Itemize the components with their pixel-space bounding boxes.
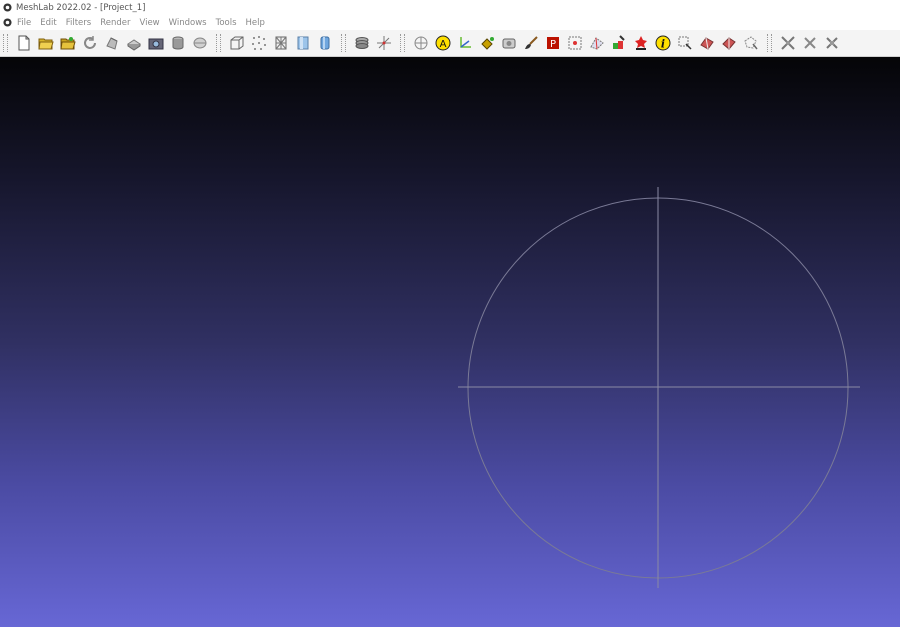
paint-bucket-button[interactable] — [477, 33, 498, 54]
close-mesh-icon — [193, 37, 207, 49]
render-toolbar — [224, 30, 338, 56]
filter-toolbar — [775, 30, 845, 56]
geometry-paint-button[interactable] — [631, 33, 652, 54]
connected-select-icon — [678, 36, 692, 50]
manipulator-button[interactable] — [719, 33, 740, 54]
wireframe-icon — [275, 36, 287, 50]
edit-toolbar: A P i — [408, 30, 764, 56]
toolbar-grip[interactable] — [767, 34, 772, 52]
color-paint-icon — [613, 35, 625, 49]
close-mesh-button[interactable] — [190, 33, 211, 54]
trackball-button[interactable] — [411, 33, 432, 54]
decoration-axes-button[interactable] — [374, 33, 395, 54]
smooth-shading-button[interactable] — [315, 33, 336, 54]
annotate-button[interactable]: A — [433, 33, 454, 54]
save-layers-icon — [172, 36, 184, 50]
connected-select-button[interactable] — [675, 33, 696, 54]
svg-text:i: i — [661, 38, 665, 51]
3d-viewport[interactable] — [0, 57, 900, 627]
main-toolbar: A P i — [0, 30, 900, 57]
svg-text:P: P — [550, 39, 556, 50]
menu-edit[interactable]: Edit — [40, 18, 56, 28]
menu-windows[interactable]: Windows — [169, 18, 207, 28]
toolbar-grip[interactable] — [400, 34, 405, 52]
points-icon — [252, 36, 266, 50]
open-mesh-button[interactable] — [58, 33, 79, 54]
select-region-button[interactable] — [741, 33, 762, 54]
camera-icon — [502, 38, 516, 49]
meshlab-logo-icon — [3, 3, 12, 12]
window-title: MeshLab 2022.02 - [Project_1] — [16, 2, 146, 13]
info-icon: i — [655, 35, 671, 51]
import-mesh-icon — [127, 39, 141, 51]
wireframe-button[interactable] — [271, 33, 292, 54]
measure-button[interactable] — [455, 33, 476, 54]
file-toolbar — [11, 30, 213, 56]
reload-all-button[interactable] — [102, 33, 123, 54]
geometry-paint-icon — [635, 36, 647, 50]
flat-shading-icon — [297, 36, 309, 50]
brush-icon — [525, 36, 538, 49]
toolbar-grip[interactable] — [3, 34, 8, 52]
svg-text:A: A — [440, 39, 447, 50]
manipulator-icon — [722, 37, 736, 50]
camera-button[interactable] — [499, 33, 520, 54]
toolbar-grip[interactable] — [341, 34, 346, 52]
align-icon — [700, 37, 714, 50]
trackball-icon — [414, 36, 428, 50]
save-layers-button[interactable] — [168, 33, 189, 54]
select-faces-icon — [590, 37, 604, 50]
last-filter-button[interactable] — [822, 33, 843, 54]
smooth-shading-icon — [320, 36, 330, 50]
menu-bar: File Edit Filters Render View Windows To… — [0, 15, 900, 30]
new-project-button[interactable] — [14, 33, 35, 54]
brush-button[interactable] — [521, 33, 542, 54]
color-paint-button[interactable] — [609, 33, 630, 54]
info-button[interactable]: i — [653, 33, 674, 54]
toolbar-grip[interactable] — [216, 34, 221, 52]
trackball-overlay — [458, 187, 860, 588]
layers-toolbar — [349, 30, 397, 56]
select-vertices-button[interactable] — [565, 33, 586, 54]
select-faces-button[interactable] — [587, 33, 608, 54]
reload-all-icon — [106, 37, 118, 50]
repeat-filter-button[interactable] — [800, 33, 821, 54]
reload-button[interactable] — [80, 33, 101, 54]
snapshot-icon — [148, 38, 164, 50]
menu-view[interactable]: View — [139, 18, 159, 28]
reload-icon — [84, 36, 96, 49]
bounding-box-icon — [230, 36, 244, 50]
flat-shading-button[interactable] — [293, 33, 314, 54]
layer-dialog-button[interactable] — [352, 33, 373, 54]
apply-filter-button[interactable] — [778, 33, 799, 54]
repeat-filter-icon — [804, 37, 816, 49]
decoration-axes-icon — [377, 36, 391, 50]
points-button[interactable] — [249, 33, 270, 54]
new-project-icon — [18, 35, 30, 51]
open-mesh-icon — [60, 37, 76, 50]
title-bar: MeshLab 2022.02 - [Project_1] — [0, 0, 900, 15]
apply-filter-icon — [781, 36, 795, 50]
bounding-box-button[interactable] — [227, 33, 248, 54]
open-project-icon — [38, 38, 54, 50]
select-region-icon — [744, 36, 758, 50]
texture-paint-icon: P — [547, 37, 559, 50]
menu-filters[interactable]: Filters — [66, 18, 91, 28]
snapshot-button[interactable] — [146, 33, 167, 54]
meshlab-menu-icon[interactable] — [3, 18, 12, 27]
last-filter-icon — [826, 37, 838, 49]
layer-dialog-icon — [355, 37, 369, 49]
align-button[interactable] — [697, 33, 718, 54]
menu-render[interactable]: Render — [100, 18, 130, 28]
annotate-icon: A — [435, 35, 451, 51]
import-mesh-button[interactable] — [124, 33, 145, 54]
measure-icon — [460, 37, 471, 48]
texture-paint-button[interactable]: P — [543, 33, 564, 54]
open-project-button[interactable] — [36, 33, 57, 54]
paint-bucket-icon — [481, 37, 494, 50]
menu-tools[interactable]: Tools — [216, 18, 237, 28]
menu-help[interactable]: Help — [246, 18, 265, 28]
select-vertices-icon — [568, 36, 582, 50]
menu-file[interactable]: File — [17, 18, 31, 28]
